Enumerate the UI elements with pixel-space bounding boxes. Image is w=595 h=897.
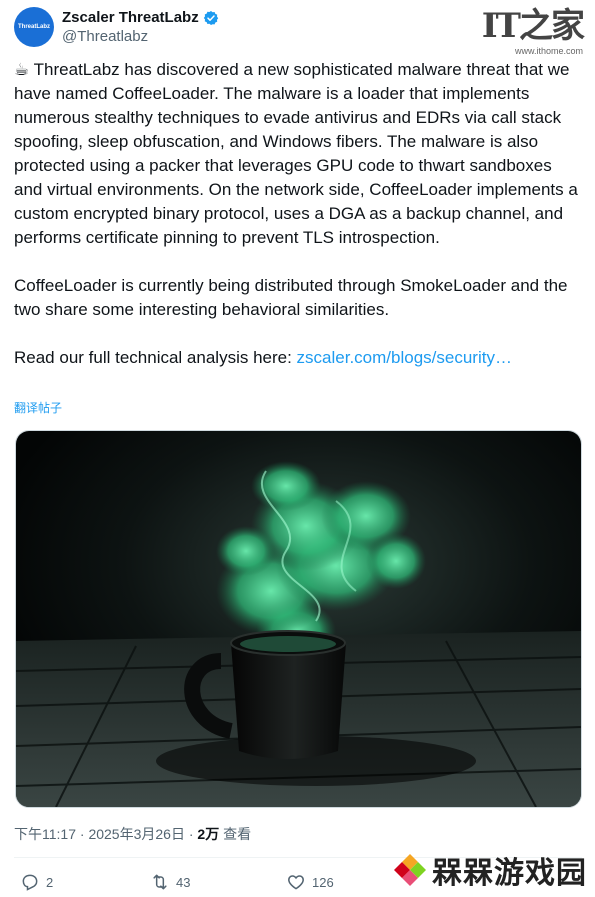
tweet-header: ThreatLabz Zscaler ThreatLabz @Threatlab… [14,5,219,49]
tweet-paragraph-1: ThreatLabz has discovered a new sophisti… [14,60,583,247]
game-site-watermark: 槑槑游戏园 [392,848,587,892]
like-count: 126 [312,874,334,890]
views-label: 查看 [219,826,252,842]
display-name[interactable]: Zscaler ThreatLabz [62,8,199,27]
retweet-button[interactable]: 43 [150,872,190,892]
ithome-watermark: IT之家 www.ithome.com [481,6,585,56]
like-button[interactable]: 126 [286,872,334,892]
verified-badge-icon [203,10,218,25]
post-date[interactable]: 2025年3月26日 [88,826,185,842]
meta-separator: · [76,826,89,842]
heart-icon [288,875,304,890]
coffee-emoji-icon: ☕ [14,60,30,79]
blog-link[interactable]: zscaler.com/blogs/security… [297,348,512,367]
reply-icon [22,874,38,891]
tweet-media-image[interactable] [15,430,582,808]
post-time[interactable]: 下午11:17 [14,826,76,842]
coffee-mug-smoke-image [16,431,581,807]
tweet-meta: 下午11:17 · 2025年3月26日 · 2万 查看 [14,824,251,844]
translate-post-link[interactable]: 翻译帖子 [14,399,62,416]
tweet-paragraph-2: CoffeeLoader is currently being distribu… [14,276,573,319]
retweet-icon [153,874,167,890]
game-site-name: 槑槑游戏园 [432,856,587,891]
reply-button[interactable]: 2 [20,872,53,892]
ithome-url: www.ithome.com [514,46,583,56]
author-names: Zscaler ThreatLabz @Threatlabz [62,8,219,46]
avatar[interactable]: ThreatLabz [14,7,54,47]
handle[interactable]: @Threatlabz [62,27,219,46]
reply-count: 2 [46,874,54,890]
display-name-row[interactable]: Zscaler ThreatLabz [62,8,219,27]
avatar-label: ThreatLabz [17,24,50,30]
meta-separator: · [184,826,198,842]
tweet-text: ☕ ThreatLabz has discovered a new sophis… [14,58,582,370]
views-count: 2万 [197,826,220,842]
tweet-paragraph-3: Read our full technical analysis here: [14,348,297,367]
ithome-logo: IT之家 [481,6,585,46]
game-site-logo-icon [394,854,426,886]
retweet-count: 43 [176,874,191,890]
